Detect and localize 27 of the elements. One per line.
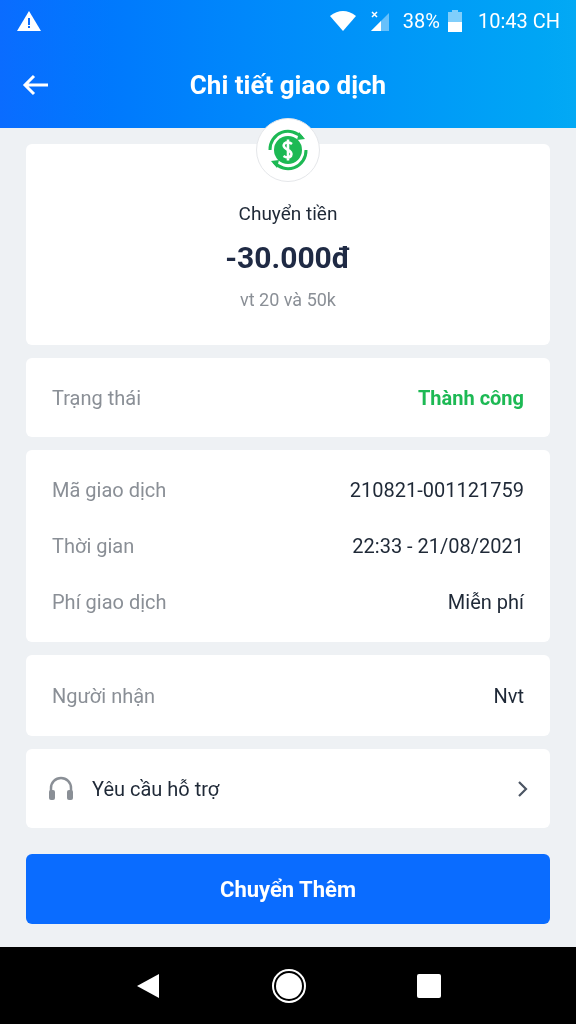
- warning-icon: [16, 10, 42, 32]
- wifi-icon: [328, 10, 357, 32]
- row-value: 22:33 - 21/08/2021: [352, 533, 524, 560]
- transaction-note: vt 20 và 50k: [240, 287, 336, 312]
- back-triangle-icon[interactable]: [135, 971, 161, 1000]
- row-value: Miễn phí: [447, 589, 524, 616]
- row-value: Thành công: [417, 384, 524, 412]
- battery-percentage: 38%: [402, 8, 440, 35]
- battery-icon: [447, 10, 462, 32]
- chevron-right-icon: [516, 778, 530, 799]
- home-circle-icon[interactable]: [271, 967, 307, 1004]
- row-label: Thời gian: [52, 533, 135, 560]
- support-item[interactable]: Yêu cầu hỗ trợ: [26, 749, 550, 828]
- row-value: 210821-001121759: [349, 477, 524, 504]
- transfer-more-button[interactable]: Chuyển Thêm: [26, 854, 550, 924]
- row-value: Nvt: [493, 682, 524, 710]
- screen-title: Chi tiết giao dịch: [189, 68, 387, 102]
- recents-square-icon[interactable]: [417, 973, 441, 998]
- transaction-type: Chuyển tiền: [238, 201, 338, 227]
- row-label: Người nhận: [52, 682, 156, 710]
- row-label: Mã giao dịch: [52, 477, 167, 504]
- transaction-amount: -30.000đ: [225, 238, 351, 277]
- back-arrow-icon: [22, 73, 50, 97]
- signal-icon: [368, 10, 391, 32]
- row-label: Trạng thái: [52, 384, 141, 412]
- row-label: Phí giao dịch: [52, 589, 167, 616]
- clock: 10:43 CH: [477, 8, 560, 35]
